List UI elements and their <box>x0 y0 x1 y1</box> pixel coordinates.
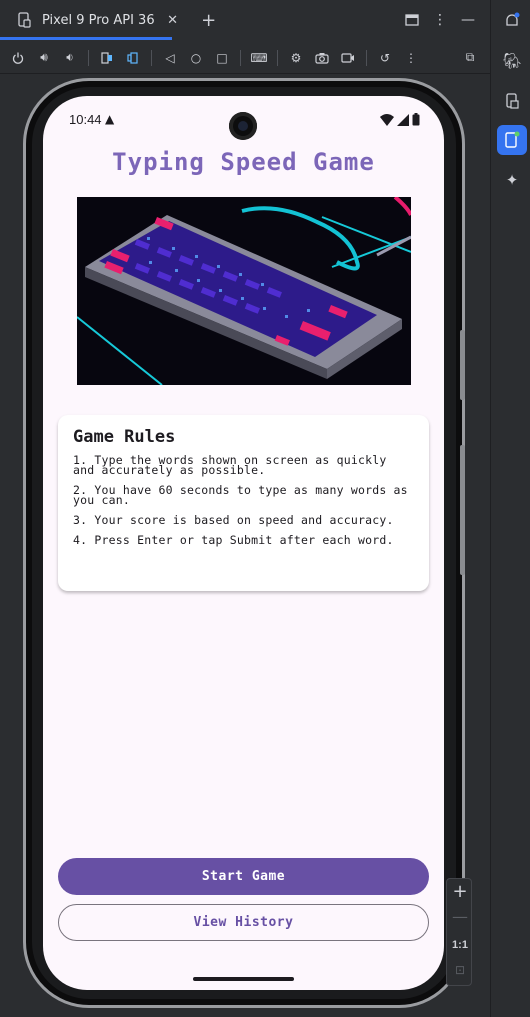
device-manager-icon[interactable] <box>497 86 527 116</box>
start-game-button[interactable]: Start Game <box>58 858 429 895</box>
reset-icon[interactable]: ↺ <box>373 46 397 70</box>
status-bar: 10:44 ▲ <box>43 96 444 142</box>
divider <box>240 49 241 66</box>
power-button <box>460 330 465 400</box>
device-settings-icon[interactable]: ⚙ <box>284 46 308 70</box>
power-icon[interactable] <box>6 46 30 70</box>
gradle-icon[interactable]: 🐘︎ <box>497 46 527 76</box>
rules-card: Game Rules 1. Type the words shown on sc… <box>58 415 429 591</box>
battery-icon <box>412 113 420 126</box>
more-vert-icon[interactable]: ⋮ <box>428 8 452 32</box>
device-icon <box>12 8 36 32</box>
zoom-in-icon[interactable]: + <box>447 881 473 902</box>
running-devices-icon[interactable] <box>497 125 527 155</box>
status-time: 10:44 <box>69 112 102 127</box>
emulator-toolbar: 🔊︎ 🔉︎ ◁ ○ □ ⌨ ⚙ ↺ ⋮ ⧉ <box>0 42 490 74</box>
front-camera <box>229 112 257 140</box>
signal-icon <box>397 113 409 126</box>
close-icon[interactable]: ✕ <box>161 8 185 32</box>
more-icon[interactable]: ⋮ <box>399 46 423 70</box>
device-tab-label: Pixel 9 Pro API 36 <box>42 12 155 28</box>
volume-button <box>460 445 465 575</box>
record-icon[interactable] <box>336 46 360 70</box>
zoom-out-icon[interactable]: — <box>447 907 473 926</box>
rules-title: Game Rules <box>73 427 176 447</box>
device-mirror-icon[interactable]: ⧉ <box>458 46 482 70</box>
rule-item: 1. Type the words shown on screen as qui… <box>73 453 387 477</box>
device-tab[interactable]: Pixel 9 Pro API 36 ✕ <box>0 0 195 40</box>
divider <box>366 49 367 66</box>
notifications-icon[interactable] <box>497 6 527 36</box>
phone-screen: 10:44 ▲ Typing Speed Game Game Rules 1. … <box>43 96 444 990</box>
view-history-button[interactable]: View History <box>58 904 429 941</box>
add-icon[interactable]: + <box>197 8 221 32</box>
page-title: Typing Speed Game <box>112 148 375 176</box>
warning-icon: ▲ <box>105 112 115 126</box>
volume-up-icon[interactable]: 🔊︎ <box>32 46 56 70</box>
divider <box>277 49 278 66</box>
keyboard-hero-image <box>77 197 411 385</box>
rule-item: 2. You have 60 seconds to type as many w… <box>73 483 408 507</box>
overview-icon[interactable]: □ <box>210 46 234 70</box>
window-icon[interactable] <box>400 8 424 32</box>
keyboard-icon[interactable]: ⌨ <box>247 46 271 70</box>
home-icon[interactable]: ○ <box>184 46 208 70</box>
rotate-left-icon[interactable] <box>95 46 119 70</box>
minimize-icon[interactable]: — <box>456 8 480 32</box>
rule-item: 4. Press Enter or tap Submit after each … <box>73 533 394 547</box>
right-toolbar: 🐘︎ ✦ <box>490 0 530 1017</box>
wifi-icon <box>380 113 394 126</box>
zoom-ratio[interactable]: 1:1 <box>447 939 473 951</box>
zoom-controls: + — 1:1 ⊡ <box>446 878 472 986</box>
ide-titlebar: Pixel 9 Pro API 36 ✕ + ⋮ — <box>0 0 490 40</box>
fit-screen-icon[interactable]: ⊡ <box>447 963 473 977</box>
camera-icon[interactable] <box>310 46 334 70</box>
rotate-right-icon[interactable] <box>121 46 145 70</box>
volume-down-icon[interactable]: 🔉︎ <box>58 46 82 70</box>
gesture-home-bar[interactable] <box>193 977 294 981</box>
back-icon[interactable]: ◁ <box>158 46 182 70</box>
divider <box>88 49 89 66</box>
divider <box>151 49 152 66</box>
status-icons <box>380 113 420 126</box>
rule-item: 3. Your score is based on speed and accu… <box>73 513 394 527</box>
gemini-icon[interactable]: ✦ <box>497 165 527 195</box>
